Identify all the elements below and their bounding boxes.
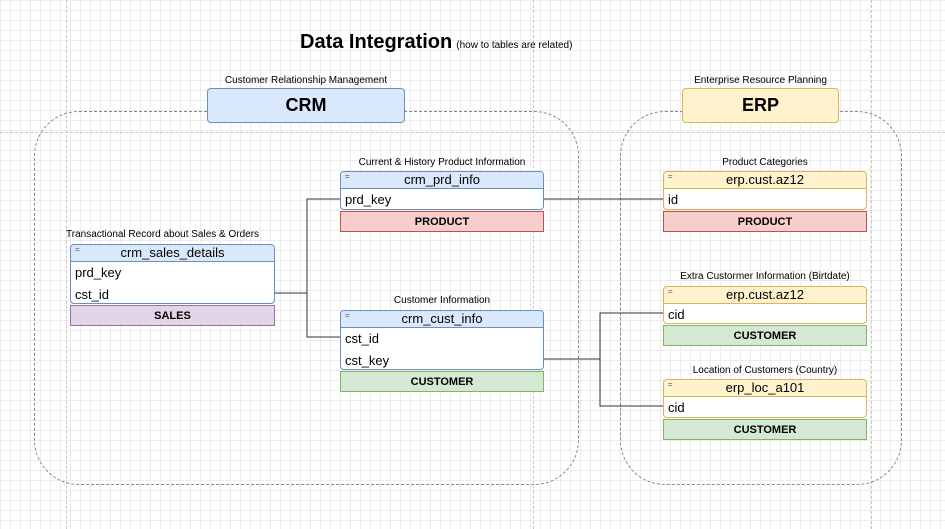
- field-prd-key[interactable]: prd_key: [71, 262, 274, 284]
- field-cst-key[interactable]: cst_key: [341, 350, 543, 372]
- table-name: erp.cust.az12: [725, 172, 805, 187]
- field-cst-id[interactable]: cst_id: [341, 328, 543, 350]
- erp-prod-table[interactable]: = erp.cust.az12 id: [663, 171, 867, 210]
- table-header[interactable]: = crm_prd_info: [341, 172, 543, 189]
- table-name: crm_cust_info: [401, 311, 483, 326]
- table-name: erp.cust.az12: [725, 287, 805, 302]
- field-cid[interactable]: cid: [664, 304, 866, 326]
- connector-customer-erp-cust: [544, 312, 663, 360]
- connector-sales-product: [274, 198, 340, 294]
- field-id[interactable]: id: [664, 189, 866, 211]
- table-header[interactable]: = crm_sales_details: [71, 245, 274, 262]
- connector-customer-erp-loc: [599, 359, 663, 407]
- erp-cust-table[interactable]: = erp.cust.az12 cid: [663, 286, 867, 324]
- collapse-icon[interactable]: =: [668, 169, 673, 185]
- collapse-icon[interactable]: =: [75, 242, 80, 258]
- field-cid[interactable]: cid: [664, 397, 866, 419]
- collapse-icon[interactable]: =: [345, 169, 350, 185]
- field-prd-key[interactable]: prd_key: [341, 189, 543, 211]
- collapse-icon[interactable]: =: [668, 284, 673, 300]
- erp-cust-caption: Extra Custormer Information (Birtdate): [680, 271, 850, 282]
- customer-tag: CUSTOMER: [663, 419, 867, 440]
- table-header[interactable]: = crm_cust_info: [341, 311, 543, 328]
- table-header[interactable]: = erp_loc_a101: [664, 380, 866, 397]
- erp-prod-caption: Product Categories: [722, 157, 808, 168]
- table-name: crm_prd_info: [404, 172, 480, 187]
- connector-sales-customer: [306, 293, 340, 338]
- table-header[interactable]: = erp.cust.az12: [664, 287, 866, 304]
- cust-info-table[interactable]: = crm_cust_info cst_id cst_key: [340, 310, 544, 370]
- sales-details-caption: Transactional Record about Sales & Order…: [66, 229, 260, 240]
- field-cst-id[interactable]: cst_id: [71, 284, 274, 306]
- cust-info-caption: Customer Information: [393, 295, 491, 306]
- table-header[interactable]: = erp.cust.az12: [664, 172, 866, 189]
- sales-details-table[interactable]: = crm_sales_details prd_key cst_id: [70, 244, 275, 304]
- product-tag: PRODUCT: [663, 211, 867, 232]
- prd-info-caption: Current & History Product Information: [358, 157, 526, 168]
- sales-tag: SALES: [70, 305, 275, 326]
- table-name: erp_loc_a101: [725, 380, 805, 395]
- customer-tag: CUSTOMER: [340, 371, 544, 392]
- erp-loc-table[interactable]: = erp_loc_a101 cid: [663, 379, 867, 418]
- collapse-icon[interactable]: =: [668, 377, 673, 393]
- customer-tag: CUSTOMER: [663, 325, 867, 346]
- prd-info-table[interactable]: = crm_prd_info prd_key: [340, 171, 544, 210]
- table-name: crm_sales_details: [120, 245, 225, 260]
- product-tag: PRODUCT: [340, 211, 544, 232]
- erp-loc-caption: Location of Customers (Country): [692, 365, 838, 376]
- collapse-icon[interactable]: =: [345, 308, 350, 324]
